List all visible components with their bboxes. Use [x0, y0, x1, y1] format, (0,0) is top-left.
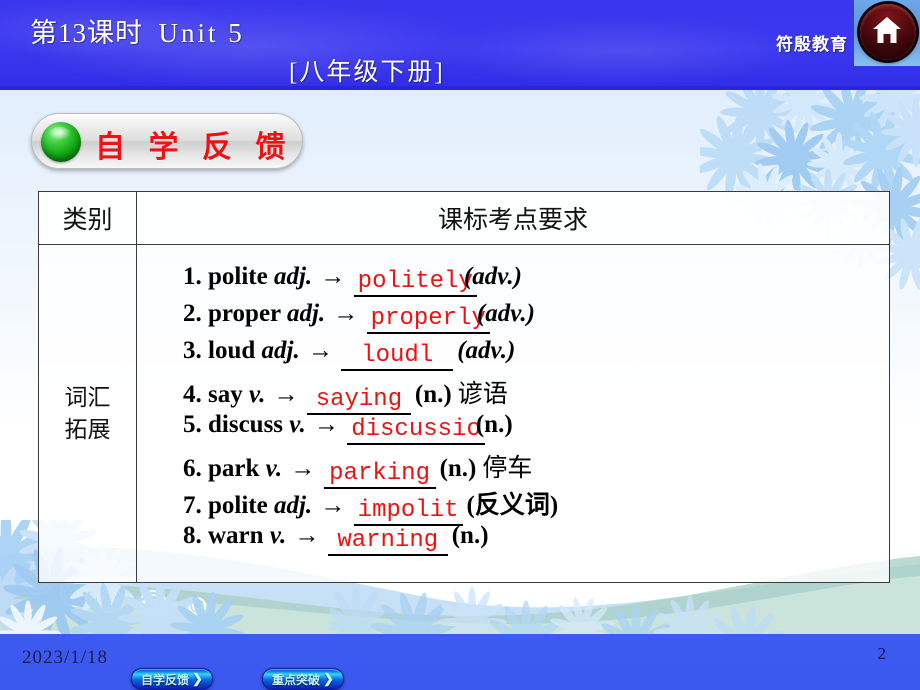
item-answer-blank: discussio	[347, 417, 485, 446]
arrow-icon: →	[301, 337, 340, 364]
item-answer-suffix: (adv.)	[457, 337, 516, 364]
item-word: proper	[208, 300, 287, 327]
table-column-divider	[136, 192, 137, 582]
item-answer-suffix: (adv.)	[476, 300, 535, 327]
home-button[interactable]	[854, 0, 920, 66]
slide-footer: 2023/1/18 自学反馈 ❯ 重点突破 ❯ 2	[0, 634, 920, 690]
arrow-icon: →	[314, 492, 352, 519]
table-cell-category: 词汇 拓展	[39, 245, 136, 582]
nav-button-key-points[interactable]: 重点突破 ❯	[262, 668, 344, 690]
vocabulary-item: 2. proper adj. → properly(adv.)	[183, 300, 889, 337]
arrow-icon: →	[288, 522, 326, 549]
header-subtitle: [八年级下册]	[289, 59, 445, 86]
arrow-icon: →	[314, 263, 352, 290]
item-part-of-speech: v.	[269, 522, 287, 549]
vocabulary-item: 8. warn v. → warning (n.)	[183, 522, 889, 559]
item-part-of-speech: v.	[289, 411, 306, 438]
item-answer-suffix: (n.)	[414, 381, 452, 408]
page-number: 2	[877, 644, 887, 663]
home-icon	[873, 17, 901, 43]
slide-header: 第13课时 Unit 5 [八年级下册] 符殷教育	[0, 0, 920, 90]
header-title: 第13课时 Unit 5	[30, 11, 245, 50]
chevron-right-icon: ❯	[192, 671, 203, 686]
chevron-right-icon: ❯	[323, 671, 334, 686]
vocabulary-item: 1. polite adj. → politely(adv.)	[183, 263, 889, 300]
slide-canvas: 第13课时 Unit 5 [八年级下册] 符殷教育 自 学 反 馈 类别 课标考…	[0, 0, 920, 690]
header-lesson: 第13课时	[30, 18, 143, 48]
item-word: polite	[208, 492, 274, 519]
arrow-icon: →	[267, 381, 305, 408]
item-word: polite	[208, 263, 274, 290]
table-header-row: 类别 课标考点要求	[39, 192, 889, 245]
item-answer-suffix: (n.)	[451, 522, 489, 549]
item-chinese-gloss: 停车	[482, 455, 533, 482]
item-answer-suffix: (n.)	[439, 455, 477, 482]
item-answer-blank: properly	[366, 306, 490, 335]
item-number: 1.	[183, 263, 208, 290]
nav-button-self-study[interactable]: 自学反馈 ❯	[131, 668, 213, 690]
table-header-requirement: 课标考点要求	[437, 207, 588, 234]
item-word: park	[208, 455, 266, 482]
header-bottom-strip	[0, 86, 920, 90]
arrow-icon: →	[307, 411, 346, 438]
item-number: 2.	[183, 300, 208, 327]
vocabulary-item: 7. polite adj. → impolit (反义词)	[183, 485, 889, 527]
item-chinese-gloss: 谚语	[457, 381, 508, 408]
item-part-of-speech: adj.	[273, 492, 313, 519]
banner-label: 自 学 反 馈	[95, 131, 294, 164]
vocabulary-item: 3. loud adj. → loudl (adv.)	[183, 337, 889, 374]
vocabulary-item: 5. discuss v. → discussio(n.)	[183, 411, 889, 448]
item-answer-suffix: (反义词)	[466, 492, 559, 519]
item-word: discuss	[208, 411, 290, 438]
item-answer-suffix: (adv.)	[463, 263, 522, 290]
table-header-category: 类别	[62, 207, 113, 234]
arrow-icon: →	[327, 300, 365, 327]
item-answer-blank: loudl	[341, 343, 454, 372]
category-line-1: 词汇	[64, 385, 111, 411]
banner-bullet-icon	[41, 122, 81, 162]
item-part-of-speech: adj.	[273, 263, 313, 290]
item-word: warn	[208, 522, 270, 549]
vocabulary-item: 6. park v. → parking (n.) 停车	[183, 448, 889, 490]
item-number: 3.	[183, 337, 208, 364]
item-number: 7.	[183, 492, 208, 519]
item-number: 6.	[183, 455, 208, 482]
item-answer-blank: warning	[327, 528, 448, 557]
item-part-of-speech: v.	[248, 381, 266, 408]
vocabulary-table: 类别 课标考点要求 词汇 拓展 1. polite adj. → politel…	[38, 191, 890, 583]
item-answer-suffix: (n.)	[475, 411, 513, 438]
vocabulary-item: 4. say v. → saying (n.) 谚语	[183, 374, 889, 416]
item-part-of-speech: adj.	[286, 300, 326, 327]
section-banner: 自 学 反 馈	[31, 113, 303, 169]
item-number: 4.	[183, 381, 208, 408]
item-number: 5.	[183, 411, 208, 438]
nav-button-1-label: 自学反馈	[141, 672, 190, 687]
category-line-2: 拓展	[64, 416, 111, 442]
item-part-of-speech: v.	[265, 455, 283, 482]
arrow-icon: →	[284, 455, 322, 482]
brand-label: 符殷教育	[776, 35, 848, 54]
header-unit: Unit 5	[158, 18, 245, 48]
item-word: loud	[208, 337, 262, 364]
item-number: 8.	[183, 522, 208, 549]
item-word: say	[208, 381, 249, 408]
item-part-of-speech: adj.	[261, 337, 300, 364]
table-body-row: 词汇 拓展 1. polite adj. → politely(adv.) 2. …	[39, 245, 889, 582]
footer-date: 2023/1/18	[22, 647, 109, 668]
vocabulary-item-list: 1. polite adj. → politely(adv.) 2. proper…	[137, 245, 889, 582]
nav-button-2-label: 重点突破	[272, 672, 321, 687]
item-answer-blank: politely	[353, 269, 477, 298]
